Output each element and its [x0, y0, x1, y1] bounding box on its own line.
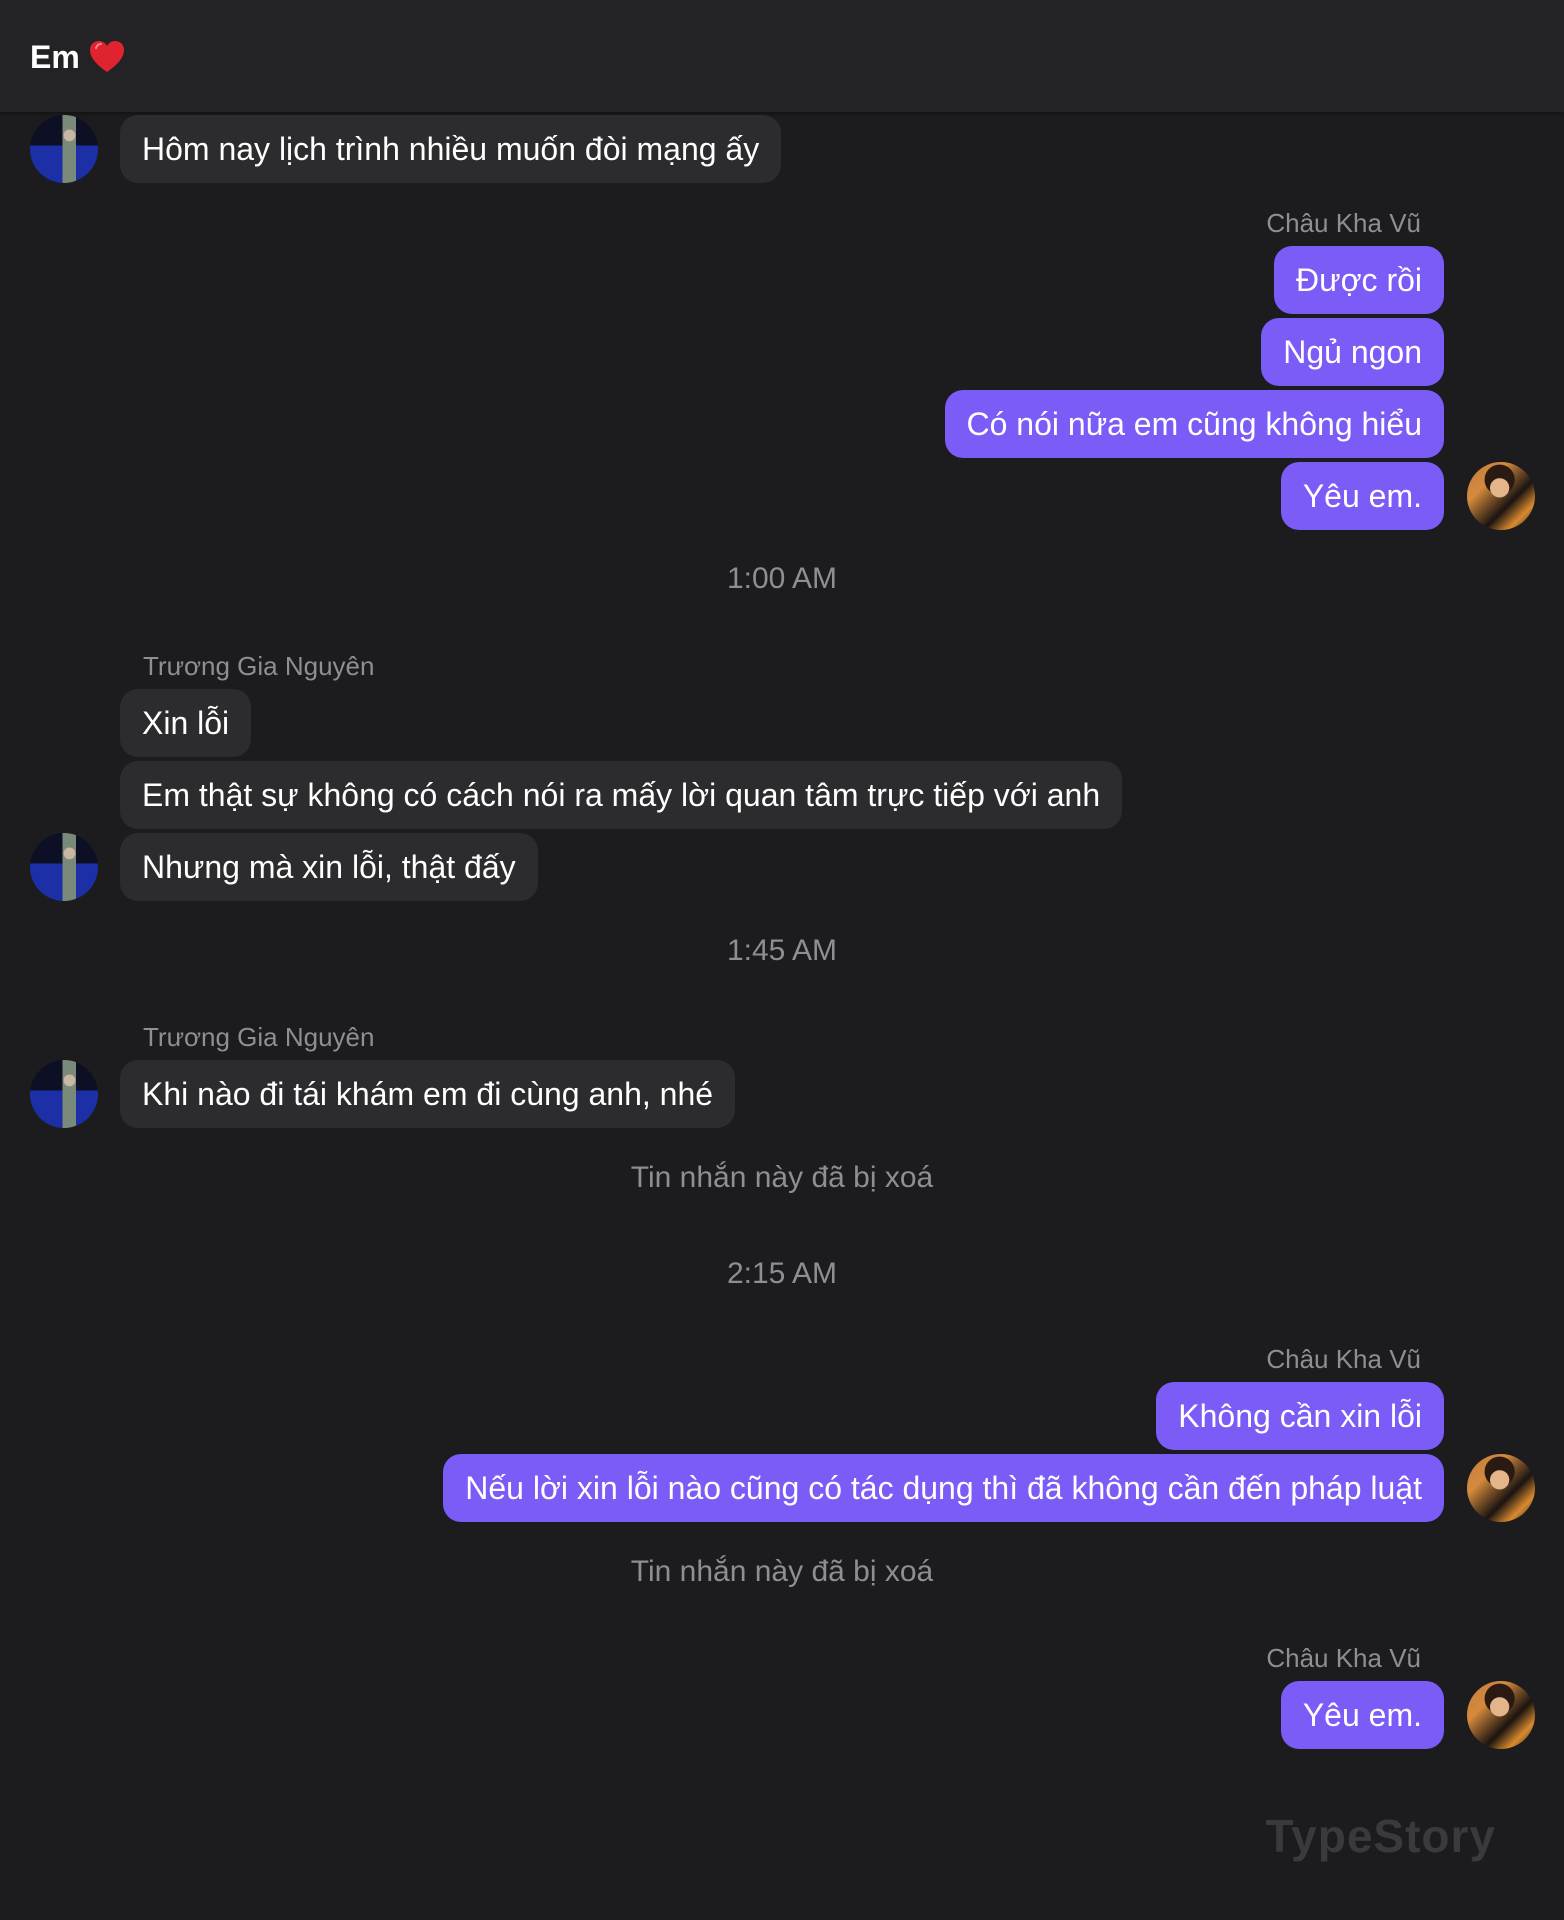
outgoing-message[interactable]: Yêu em.: [1280, 1681, 1444, 1749]
contact-avatar[interactable]: [30, 115, 98, 183]
contact-avatar[interactable]: [30, 833, 98, 901]
outgoing-message[interactable]: Được rồi: [1274, 246, 1444, 314]
timestamp: 1:45 AM: [726, 934, 838, 967]
outgoing-message[interactable]: Nếu lời xin lỗi nào cũng có tác dụng thì…: [443, 1454, 1444, 1522]
user-avatar[interactable]: [1467, 1681, 1535, 1749]
chat-header: Em: [0, 0, 1564, 112]
watermark: TypeStory: [1265, 1810, 1496, 1862]
sender-name: Trương Gia Nguyên: [143, 1022, 375, 1052]
user-avatar[interactable]: [1467, 462, 1535, 530]
timestamp: 1:00 AM: [726, 562, 838, 595]
user-avatar[interactable]: [1467, 1454, 1535, 1522]
chat-title[interactable]: Em: [30, 37, 126, 77]
sender-name: Châu Kha Vũ: [1266, 1344, 1421, 1374]
outgoing-message[interactable]: Ngủ ngon: [1261, 318, 1444, 386]
incoming-message[interactable]: Khi nào đi tái khám em đi cùng anh, nhé: [120, 1060, 736, 1128]
red-heart-icon: [89, 41, 124, 72]
incoming-message[interactable]: Nhưng mà xin lỗi, thật đấy: [120, 833, 538, 901]
chat-title-text: Em: [30, 39, 80, 75]
outgoing-message[interactable]: Yêu em.: [1280, 462, 1444, 530]
deleted-message-notice: Tin nhắn này đã bị xoá: [630, 1555, 934, 1588]
outgoing-message[interactable]: Có nói nữa em cũng không hiểu: [944, 390, 1444, 458]
sender-name: Châu Kha Vũ: [1266, 1643, 1421, 1673]
deleted-message-notice: Tin nhắn này đã bị xoá: [630, 1161, 934, 1194]
contact-avatar[interactable]: [30, 1060, 98, 1128]
timestamp: 2:15 AM: [726, 1257, 838, 1290]
incoming-message[interactable]: Em thật sự không có cách nói ra mấy lời …: [120, 761, 1123, 829]
incoming-message[interactable]: Hôm nay lịch trình nhiều muốn đòi mạng ấ…: [120, 115, 782, 183]
outgoing-message[interactable]: Không cần xin lỗi: [1156, 1382, 1444, 1450]
incoming-message[interactable]: Xin lỗi: [120, 689, 252, 757]
sender-name: Trương Gia Nguyên: [143, 651, 375, 681]
sender-name: Châu Kha Vũ: [1266, 208, 1421, 238]
